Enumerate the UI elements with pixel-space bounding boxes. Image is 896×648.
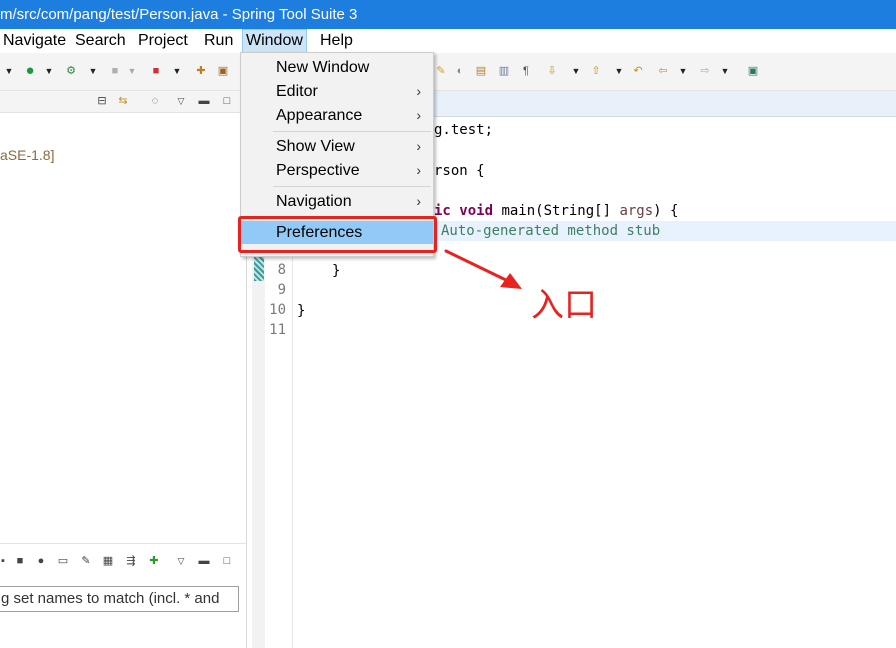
- dropdown-arrow-icon[interactable]: ▼: [4, 63, 14, 79]
- package-explorer: ⊟ ⇆ ◌ ▽ ▬ □ aSE-1.8]: [0, 91, 247, 543]
- transfer-icon[interactable]: ⇶: [124, 554, 138, 568]
- menu-run[interactable]: Run: [201, 29, 236, 53]
- menu-item-appearance[interactable]: Appearance ›: [241, 104, 433, 127]
- prev-annotation-icon[interactable]: ⇧: [588, 63, 604, 79]
- menu-item-label: Navigation: [276, 193, 352, 210]
- menu-project[interactable]: Project: [135, 29, 191, 53]
- add-icon[interactable]: ✚: [147, 554, 161, 568]
- package-icon[interactable]: ▣: [215, 63, 231, 79]
- code-main-decl: ic void main(String[] args) {: [434, 203, 678, 219]
- pen-icon[interactable]: ✎: [433, 63, 449, 79]
- maximize-icon[interactable]: □: [220, 554, 234, 568]
- menu-help[interactable]: Help: [317, 29, 356, 53]
- working-sets-panel: ▪ ■ ● ▭ ✎ ▦ ⇶ ✚ ▽ ▬ □ g set names to mat…: [0, 543, 247, 648]
- code-class-decl: rson {: [434, 163, 485, 179]
- code-main-sig: main(String[]: [493, 203, 620, 219]
- pilcrow-icon[interactable]: ¶: [518, 63, 534, 79]
- menu-item-label: Show View: [276, 138, 355, 155]
- collapse-all-icon[interactable]: ⊟: [95, 94, 109, 108]
- minimize-icon[interactable]: ▬: [197, 554, 211, 568]
- code-param: args: [619, 203, 654, 219]
- stop-icon[interactable]: ■: [13, 554, 27, 568]
- highlight-box: [238, 216, 437, 253]
- annotation-arrow-icon: [444, 249, 522, 289]
- menu-navigate[interactable]: Navigate: [0, 29, 69, 53]
- back-icon[interactable]: ⇦: [655, 63, 671, 79]
- next-annotation-icon[interactable]: ⇩: [544, 63, 560, 79]
- dropdown-arrow-icon[interactable]: ▼: [614, 63, 624, 79]
- menu-item-label: New Window: [276, 59, 370, 76]
- code-close-class: }: [297, 303, 306, 319]
- server-icon[interactable]: ■: [148, 63, 164, 79]
- dropdown-arrow-icon[interactable]: ▼: [678, 63, 688, 79]
- dropdown-arrow-icon[interactable]: ▼: [44, 63, 54, 79]
- submenu-arrow-icon: ›: [416, 107, 421, 123]
- working-set-filter-input[interactable]: g set names to match (incl. * and: [0, 586, 239, 612]
- submenu-arrow-icon: ›: [416, 138, 421, 154]
- line-number: 10: [269, 302, 286, 318]
- sphere-icon[interactable]: ●: [34, 554, 48, 568]
- dropdown-arrow-icon[interactable]: ▼: [127, 63, 137, 79]
- dropdown-arrow-icon[interactable]: ▼: [88, 63, 98, 79]
- link-with-editor-icon[interactable]: ⇆: [116, 94, 130, 108]
- table-icon[interactable]: ▦: [101, 554, 115, 568]
- annotation-text: 入口: [531, 285, 597, 324]
- menu-item-navigation[interactable]: Navigation ›: [241, 190, 433, 213]
- submenu-arrow-icon: ›: [416, 193, 421, 209]
- code-keyword: ic void: [434, 203, 494, 219]
- view-menu-icon[interactable]: ▽: [174, 554, 188, 568]
- line-number: 8: [277, 262, 286, 278]
- menu-separator: [273, 131, 431, 132]
- filter-icon[interactable]: ◌: [148, 94, 162, 108]
- menu-search[interactable]: Search: [72, 29, 129, 53]
- annotation-icon[interactable]: ▤: [473, 63, 489, 79]
- window-title: m/src/com/pang/test/Person.java - Spring…: [0, 6, 358, 23]
- minimize-icon[interactable]: ▬: [197, 94, 211, 108]
- menu-separator: [273, 186, 431, 187]
- dropdown-arrow-icon[interactable]: ▼: [720, 63, 730, 79]
- maximize-icon[interactable]: □: [220, 94, 234, 108]
- toggle-icon[interactable]: ◐: [452, 63, 468, 79]
- menu-bar: Navigate Search Project Run Window Help: [0, 29, 896, 53]
- working-sets-toolbar: ▪ ■ ● ▭ ✎ ▦ ⇶ ✚ ▽ ▬ □: [0, 544, 246, 580]
- dropdown-arrow-icon[interactable]: ▼: [571, 63, 581, 79]
- menu-item-editor[interactable]: Editor ›: [241, 80, 433, 103]
- dropdown-arrow-icon[interactable]: ▼: [172, 63, 182, 79]
- pencil-icon[interactable]: ✎: [79, 554, 93, 568]
- code-brace: ) {: [653, 203, 679, 219]
- menu-item-label: Appearance: [276, 107, 363, 124]
- code-comment: Auto-generated method stub: [441, 223, 661, 239]
- menu-item-show-view[interactable]: Show View ›: [241, 135, 433, 158]
- code-close-method: }: [332, 263, 341, 279]
- menu-item-new-window[interactable]: New Window: [241, 56, 433, 79]
- console-icon[interactable]: ▭: [56, 554, 70, 568]
- run-icon[interactable]: ●: [22, 63, 38, 79]
- new-project-icon[interactable]: ✚: [193, 63, 209, 79]
- main-toolbar: ▼ ● ▼ ⚙ ▼ ■ ▼ ■ ▼ ✚ ▣ ✎ ◐ ▤ ▥ ¶ ⇩ ▼ ⇧ ▼ …: [0, 53, 896, 91]
- menu-item-label: Perspective: [276, 162, 360, 179]
- last-edit-icon[interactable]: ↶: [630, 63, 646, 79]
- package-explorer-header: ⊟ ⇆ ◌ ▽ ▬ □: [0, 91, 246, 113]
- view-menu-icon[interactable]: ▽: [174, 94, 188, 108]
- block-select-icon[interactable]: ▥: [496, 63, 512, 79]
- menu-window[interactable]: Window: [242, 29, 307, 53]
- line-number: 11: [269, 322, 286, 338]
- stop-icon[interactable]: ■: [107, 63, 123, 79]
- submenu-arrow-icon: ›: [416, 162, 421, 178]
- line-number: 9: [277, 282, 286, 298]
- forward-icon[interactable]: ⇨: [697, 63, 713, 79]
- window-title-bar: m/src/com/pang/test/Person.java - Spring…: [0, 0, 896, 29]
- open-perspective-icon[interactable]: ▣: [745, 63, 761, 79]
- toolbar-icon[interactable]: ▪: [0, 554, 10, 568]
- jre-library-label[interactable]: aSE-1.8]: [0, 147, 54, 163]
- menu-item-perspective[interactable]: Perspective ›: [241, 159, 433, 182]
- submenu-arrow-icon: ›: [416, 83, 421, 99]
- code-package: g.test;: [434, 122, 494, 138]
- menu-item-label: Editor: [276, 83, 318, 100]
- debug-server-icon[interactable]: ⚙: [63, 63, 79, 79]
